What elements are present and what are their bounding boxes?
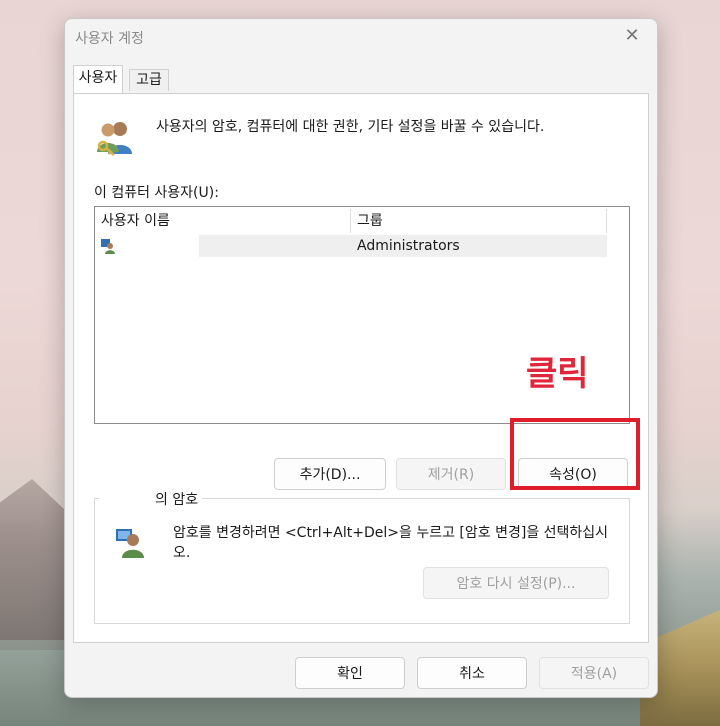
click-annotation: 클릭	[526, 354, 589, 394]
add-button[interactable]: 추가(D)...	[274, 458, 386, 490]
password-instructions: 암호를 변경하려면 <Ctrl+Alt+Del>을 누르고 [암호 변경]을 선…	[173, 525, 609, 561]
row-group: Administrators	[357, 238, 460, 254]
apply-button[interactable]: 적용(A)	[539, 657, 649, 689]
tab-advanced[interactable]: 고급	[129, 69, 169, 91]
tab-users[interactable]: 사용자	[73, 65, 123, 93]
ok-button[interactable]: 확인	[295, 657, 405, 689]
password-group: 의 암호 암호를 변경하려면 <Ctrl+Alt+Del>을 누르고 [암호 변…	[94, 489, 630, 624]
user-password-icon	[116, 529, 144, 558]
reset-password-button[interactable]: 암호 다시 설정(P)...	[423, 567, 609, 599]
cancel-button[interactable]: 취소	[417, 657, 527, 689]
remove-button[interactable]: 제거(R)	[396, 458, 506, 490]
column-header-group[interactable]: 그룹	[351, 209, 607, 233]
table-row[interactable]: Administrators	[95, 235, 607, 257]
annotation-highlight-box	[510, 418, 640, 490]
user-list-label: 이 컴퓨터 사용자(U):	[94, 185, 219, 201]
user-icon	[101, 239, 115, 254]
window-title: 사용자 계정	[75, 31, 144, 47]
users-key-icon	[97, 122, 132, 156]
password-group-title: 의 암호	[99, 489, 203, 509]
description-text: 사용자의 암호, 컴퓨터에 대한 권한, 기타 설정을 바꿀 수 있습니다.	[156, 119, 545, 135]
close-icon[interactable]: ✕	[621, 25, 643, 47]
column-header-username[interactable]: 사용자 이름	[95, 209, 351, 233]
